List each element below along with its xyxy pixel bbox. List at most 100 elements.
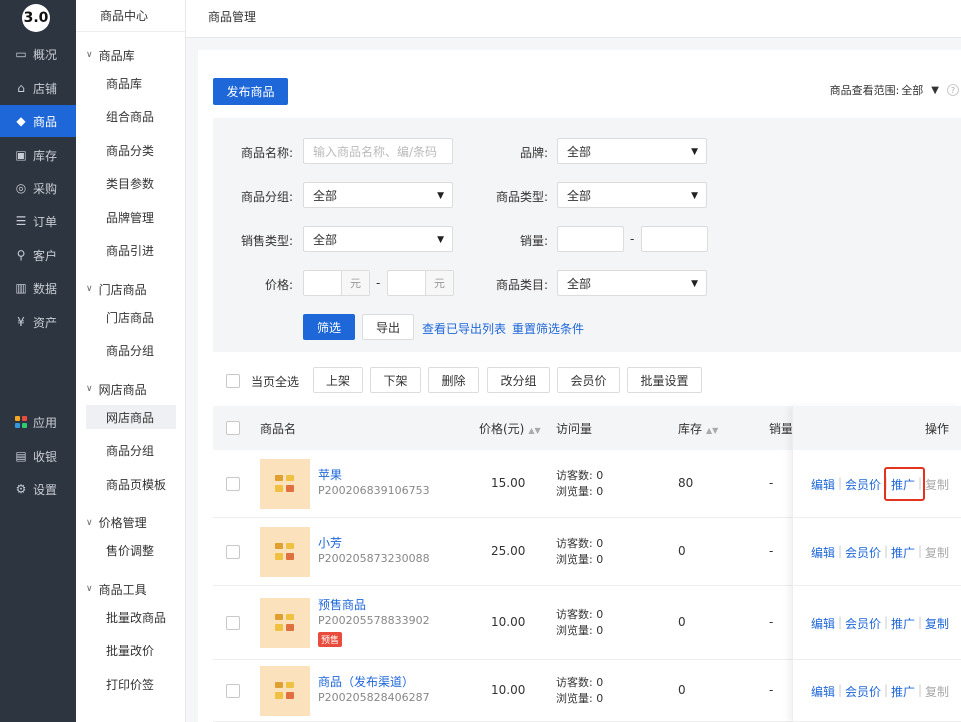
sidebar-item[interactable]: 类目参数 [86, 172, 176, 196]
sales-cell: - [769, 476, 774, 490]
type-value: 全部 [567, 188, 592, 203]
visitor-label: 访客数: [556, 469, 593, 482]
header-checkbox[interactable] [226, 421, 240, 435]
sort-icon: ▲▼ [528, 426, 541, 435]
sidebar-item[interactable]: 打印价签 [86, 672, 176, 696]
row-checkbox[interactable] [226, 616, 240, 630]
sales-cell: - [769, 544, 774, 558]
category-value: 全部 [567, 276, 592, 291]
col-name: 商品名 [260, 422, 297, 436]
sidebar-item[interactable]: 门店商品 [86, 305, 176, 329]
nav-label: 客户 [33, 248, 58, 263]
col-stock[interactable]: 库存 ▲▼ [678, 420, 718, 437]
nav-item-5[interactable]: ☰ 订单 [0, 205, 76, 237]
chevron-down-icon: ∨ [86, 284, 93, 294]
order-icon: ☰ [15, 214, 27, 228]
visit-cell: 访客数: 0 浏览量: 0 [556, 536, 603, 568]
product-name-link[interactable]: 苹果 [318, 466, 342, 483]
publish-product-button[interactable]: 发布商品 [213, 78, 288, 105]
sales-min-input[interactable] [557, 226, 624, 252]
bulk-action-button[interactable]: 改分组 [487, 367, 550, 393]
sidebar-item[interactable]: 品牌管理 [86, 205, 176, 229]
view-label: 浏览量: [556, 624, 593, 637]
help-icon[interactable]: ? [947, 84, 959, 96]
row-checkbox[interactable] [226, 684, 240, 698]
nav-item-7[interactable]: ▥ 数据 [0, 272, 76, 304]
sale-type-select[interactable]: 全部 ▼ [303, 226, 453, 252]
sidebar-item[interactable]: 商品库 [86, 71, 176, 95]
export-button[interactable]: 导出 [362, 314, 414, 340]
filter-submit-button[interactable]: 筛选 [303, 314, 355, 340]
bulk-action-button[interactable]: 删除 [428, 367, 479, 393]
visit-cell: 访客数: 0 浏览量: 0 [556, 607, 603, 639]
chevron-down-icon: ∨ [86, 50, 93, 60]
row-checkbox[interactable] [226, 477, 240, 491]
price-unit: 元 [425, 271, 453, 295]
scope-label: 商品查看范围: [829, 84, 900, 97]
bulk-action-button[interactable]: 批量设置 [627, 367, 702, 393]
sidebar-group-0[interactable]: ∨ 商品库 [76, 40, 186, 70]
sidebar-item[interactable]: 商品页模板 [86, 472, 176, 496]
sidebar-group-label: 商品工具 [98, 582, 147, 597]
sidebar-item[interactable]: 批量改商品 [86, 605, 176, 629]
sidebar-item[interactable]: 商品引进 [86, 239, 176, 263]
product-name-input[interactable]: 输入商品名称、编/条码 [303, 138, 453, 164]
product-placeholder-icon [275, 543, 294, 560]
nav-item-6[interactable]: ⚲ 客户 [0, 239, 76, 271]
caret-down-icon: ▼ [691, 279, 698, 289]
app-logo: 3.0 [22, 4, 50, 32]
col-price[interactable]: 价格(元) ▲▼ [479, 420, 541, 437]
nav-item-0[interactable]: ▭ 概况 [0, 38, 76, 70]
nav-item-1[interactable]: ⌂ 店铺 [0, 72, 76, 104]
product-name-link[interactable]: 商品（发布渠道） [318, 673, 414, 690]
price-max-input[interactable]: 元 [387, 270, 454, 296]
product-name-link[interactable]: 预售商品 [318, 596, 366, 613]
view-exports-link[interactable]: 查看已导出列表 [422, 320, 506, 337]
product-thumbnail [260, 666, 310, 716]
stock-cell: 0 [678, 544, 686, 558]
sales-label: 销量: [519, 234, 548, 248]
view-scope-selector[interactable]: 商品查看范围: 全部 ▼ ? [830, 82, 959, 98]
category-select[interactable]: 全部 ▼ [557, 270, 707, 296]
sidebar-group-3[interactable]: ∨ 价格管理 [76, 508, 186, 538]
user-icon: ⚲ [16, 248, 26, 262]
sidebar-item[interactable]: 组合商品 [86, 105, 176, 129]
cashier-icon: ▤ [15, 449, 27, 463]
type-select[interactable]: 全部 ▼ [557, 182, 707, 208]
sidebar-group-2[interactable]: ∨ 网店商品 [76, 374, 186, 404]
sidebar-group-4[interactable]: ∨ 商品工具 [76, 574, 186, 604]
select-all-checkbox[interactable] [226, 374, 240, 388]
brand-select[interactable]: 全部 ▼ [557, 138, 707, 164]
row-checkbox[interactable] [226, 545, 240, 559]
sales-cell: - [769, 615, 774, 629]
nav-item-9[interactable]: 应用 [0, 406, 76, 438]
group-select[interactable]: 全部 ▼ [303, 182, 453, 208]
visitor-count: 0 [596, 608, 604, 621]
nav-item-3[interactable]: ▣ 库存 [0, 139, 76, 171]
sidebar-item[interactable]: 商品分组 [86, 439, 176, 463]
nav-item-2[interactable]: ◆ 商品 [0, 105, 76, 137]
sidebar-item[interactable]: 批量改价 [86, 639, 176, 663]
nav-item-8[interactable]: ¥ 资产 [0, 306, 76, 338]
bulk-action-button[interactable]: 会员价 [557, 367, 620, 393]
price-min-input[interactable]: 元 [303, 270, 370, 296]
stock-cell: 0 [678, 615, 686, 629]
stock-cell: 80 [678, 476, 694, 490]
reset-filters-link[interactable]: 重置筛选条件 [512, 320, 584, 337]
bulk-action-button[interactable]: 上架 [313, 367, 363, 393]
bulk-action-button[interactable]: 下架 [370, 367, 421, 393]
caret-down-icon: ▼ [437, 191, 444, 201]
product-name-link[interactable]: 小芳 [318, 534, 342, 551]
nav-item-11[interactable]: ⚙ 设置 [0, 473, 76, 505]
sidebar-item[interactable]: 网店商品 [86, 405, 176, 429]
apps-icon [14, 415, 28, 429]
sidebar-group-1[interactable]: ∨ 门店商品 [76, 274, 186, 304]
col-price-label: 价格(元) [479, 422, 525, 436]
sidebar-item[interactable]: 商品分类 [86, 138, 176, 162]
sidebar-item[interactable]: 售价调整 [86, 539, 176, 563]
nav-item-4[interactable]: ◎ 采购 [0, 172, 76, 204]
nav-item-10[interactable]: ▤ 收银 [0, 440, 76, 472]
visitor-count: 0 [596, 676, 604, 689]
sidebar-item[interactable]: 商品分组 [86, 339, 176, 363]
sales-max-input[interactable] [641, 226, 708, 252]
